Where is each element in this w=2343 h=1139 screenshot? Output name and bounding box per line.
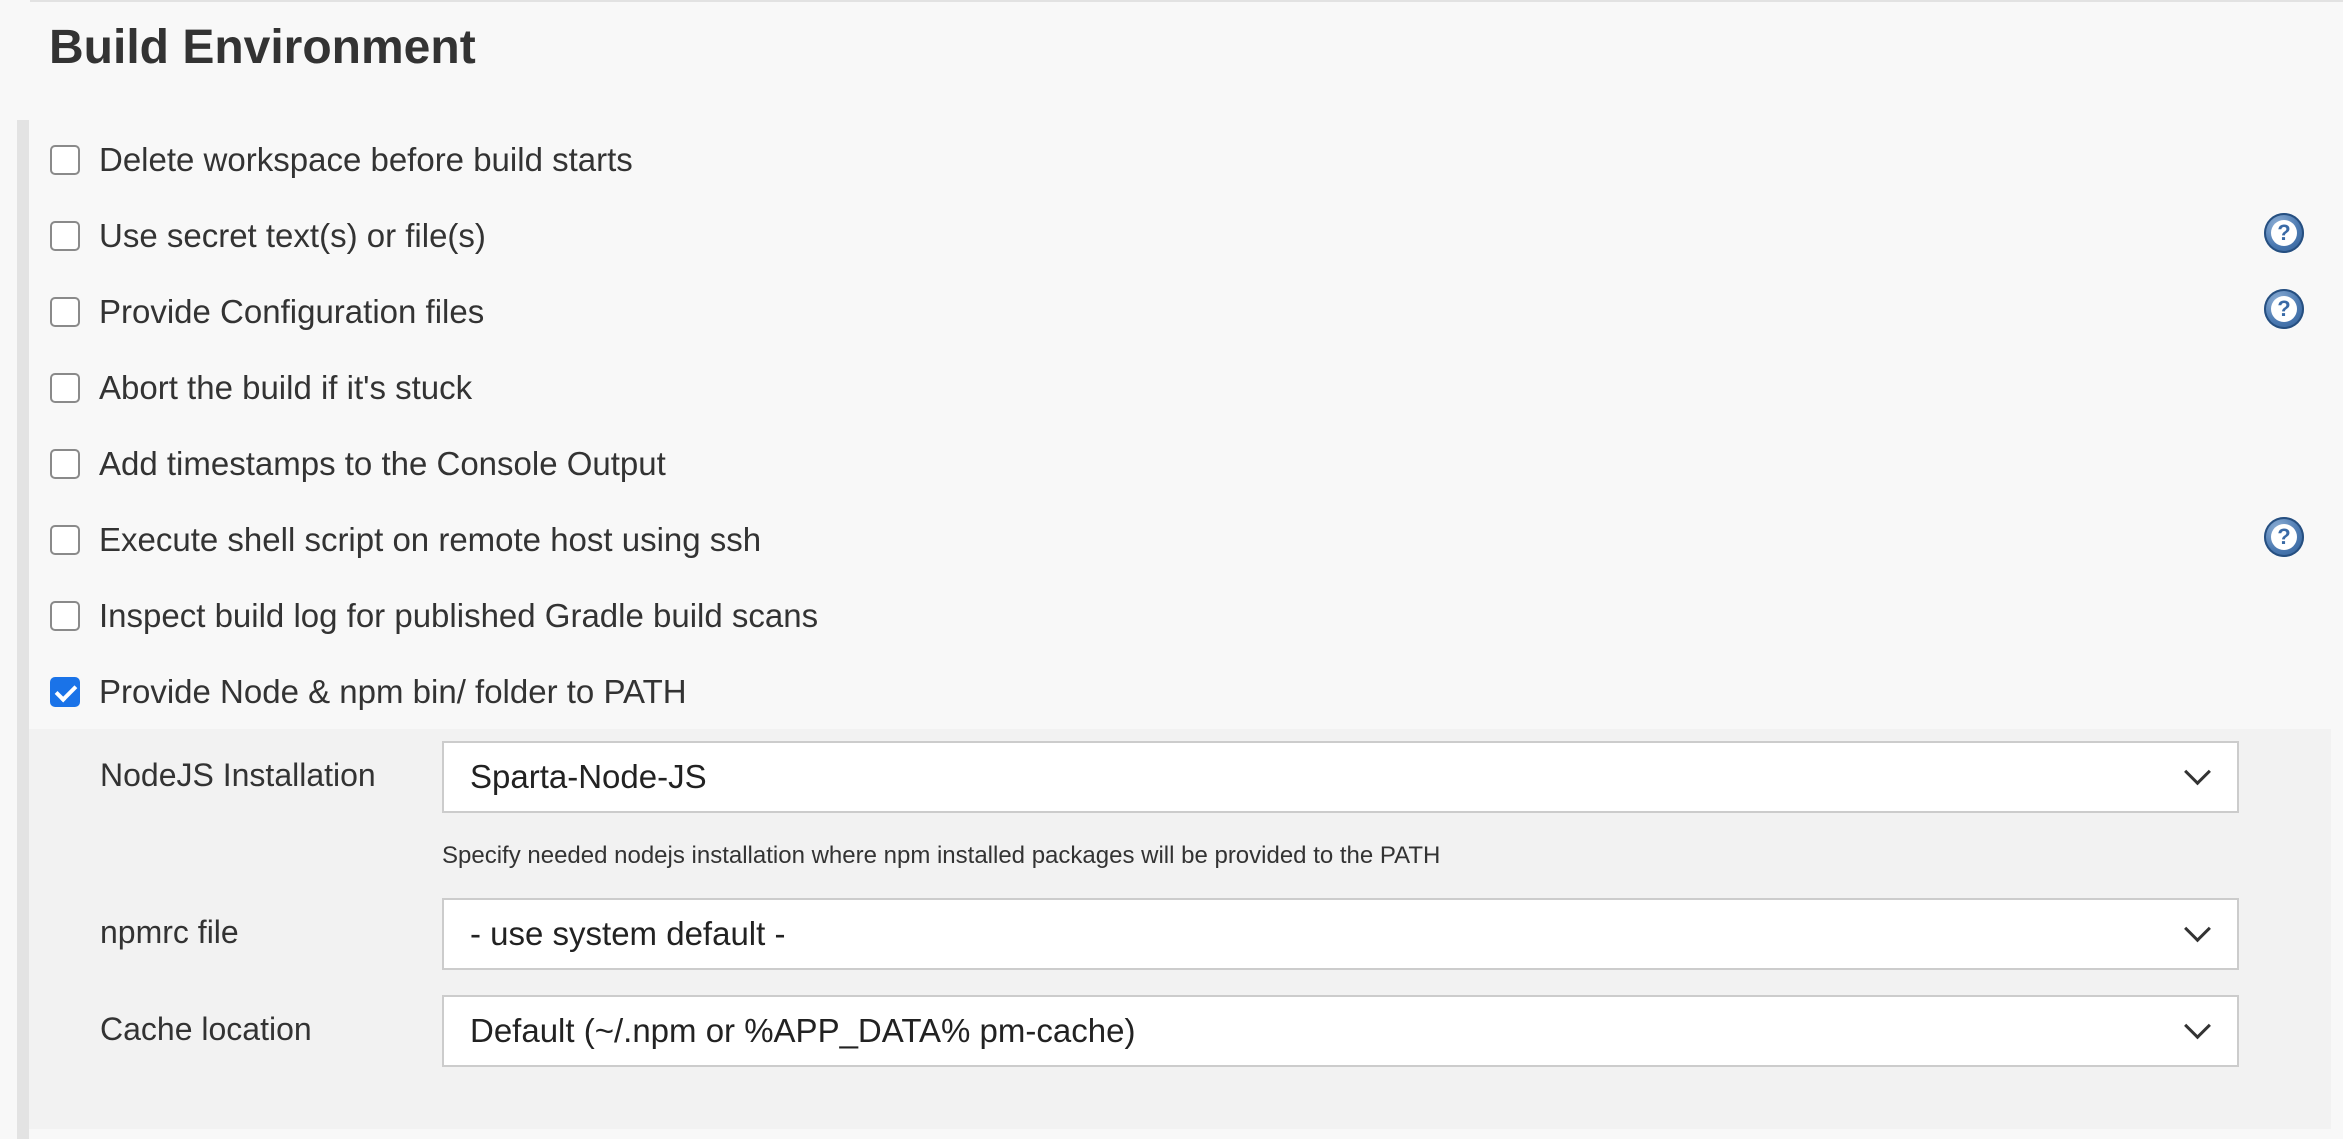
chevron-down-icon <box>2184 914 2211 942</box>
help-question-icon: ? <box>2271 524 2297 550</box>
chevron-down-icon <box>2184 757 2211 785</box>
option-secret-text[interactable]: Use secret text(s) or file(s) <box>50 216 486 256</box>
delete-workspace-checkbox[interactable] <box>50 145 80 175</box>
nodejs-installation-select[interactable]: Sparta-Node-JS <box>442 741 2239 813</box>
option-config-files[interactable]: Provide Configuration files <box>50 292 484 332</box>
timestamps-checkbox[interactable] <box>50 449 80 479</box>
secret-text-label[interactable]: Use secret text(s) or file(s) <box>99 217 486 255</box>
delete-workspace-label[interactable]: Delete workspace before build starts <box>99 141 633 179</box>
secret-text-checkbox[interactable] <box>50 221 80 251</box>
cache-location-select[interactable]: Default (~/.npm or %APP_DATA% pm-cache) <box>442 995 2239 1067</box>
timestamps-label[interactable]: Add timestamps to the Console Output <box>99 445 666 483</box>
ssh-script-help-icon[interactable]: ? <box>2264 517 2304 557</box>
help-question-icon: ? <box>2271 220 2297 246</box>
config-files-checkbox[interactable] <box>50 297 80 327</box>
section-title: Build Environment <box>49 21 476 74</box>
npmrc-file-value: - use system default - <box>470 915 786 952</box>
secret-text-help-icon[interactable]: ? <box>2264 213 2304 253</box>
cache-location-value: Default (~/.npm or %APP_DATA% pm-cache) <box>470 1012 1136 1049</box>
gradle-scans-checkbox[interactable] <box>50 601 80 631</box>
section-indent-bar <box>17 120 29 1139</box>
npmrc-file-select[interactable]: - use system default - <box>442 898 2239 970</box>
ssh-script-checkbox[interactable] <box>50 525 80 555</box>
nodejs-installation-label: NodeJS Installation <box>100 757 376 793</box>
node-path-checkbox[interactable] <box>50 677 80 707</box>
option-gradle-scans[interactable]: Inspect build log for published Gradle b… <box>50 596 818 636</box>
option-node-path[interactable]: Provide Node & npm bin/ folder to PATH <box>50 672 687 712</box>
option-ssh-script[interactable]: Execute shell script on remote host usin… <box>50 520 761 560</box>
option-abort-stuck[interactable]: Abort the build if it's stuck <box>50 368 472 408</box>
config-files-help-icon[interactable]: ? <box>2264 289 2304 329</box>
help-question-icon: ? <box>2271 296 2297 322</box>
option-timestamps[interactable]: Add timestamps to the Console Output <box>50 444 666 484</box>
nodejs-installation-value: Sparta-Node-JS <box>470 758 707 795</box>
option-delete-workspace[interactable]: Delete workspace before build starts <box>50 140 633 180</box>
config-files-label[interactable]: Provide Configuration files <box>99 293 484 331</box>
node-path-label[interactable]: Provide Node & npm bin/ folder to PATH <box>99 673 687 711</box>
top-divider <box>30 0 2343 2</box>
abort-stuck-label[interactable]: Abort the build if it's stuck <box>99 369 472 407</box>
ssh-script-label[interactable]: Execute shell script on remote host usin… <box>99 521 761 559</box>
cache-location-label: Cache location <box>100 1011 312 1047</box>
chevron-down-icon <box>2184 1011 2211 1039</box>
npmrc-file-label: npmrc file <box>100 914 239 950</box>
nodejs-installation-hint: Specify needed nodejs installation where… <box>442 842 1441 869</box>
gradle-scans-label[interactable]: Inspect build log for published Gradle b… <box>99 597 818 635</box>
abort-stuck-checkbox[interactable] <box>50 373 80 403</box>
